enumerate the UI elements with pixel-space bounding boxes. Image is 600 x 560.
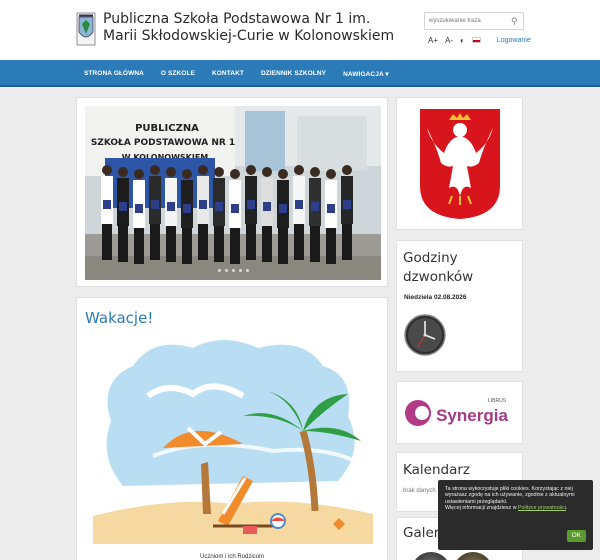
librus-synergia-logo[interactable]: LIBRUS Synergia	[404, 392, 516, 434]
school-logo[interactable]	[76, 12, 96, 46]
search-input[interactable]	[425, 18, 511, 24]
nav-item-navigation[interactable]: NAWIGACJA ▾	[343, 70, 389, 78]
slider-dot[interactable]	[231, 269, 235, 272]
photo-slider: PUBLICZNA SZKOŁA PODSTAWOWA NR 1 W KOLON…	[76, 97, 388, 287]
gallery-thumbnail[interactable]	[411, 552, 451, 560]
cookie-more: Więcej informacji znajdziesz w Polityce …	[445, 505, 586, 511]
clock-icon	[404, 314, 446, 356]
login-link[interactable]: Logowanie	[497, 37, 531, 44]
polish-eagle-emblem[interactable]	[419, 108, 501, 220]
nav-item-home[interactable]: STRONA GŁÓWNA	[84, 70, 144, 77]
accessibility-tools: A+ A- ◐ Logowanie	[428, 36, 538, 45]
cookie-ok-button[interactable]: OK	[566, 529, 586, 542]
gallery-thumbnail[interactable]	[453, 552, 493, 560]
font-decrease-button[interactable]: A-	[445, 36, 453, 45]
slider-dot[interactable]	[224, 269, 228, 272]
svg-text:LIBRUS: LIBRUS	[488, 398, 507, 404]
slide-photo[interactable]: PUBLICZNA SZKOŁA PODSTAWOWA NR 1 W KOLON…	[85, 106, 381, 280]
font-increase-button[interactable]: A+	[428, 36, 438, 45]
bells-title: Godziny dzwonków	[403, 250, 474, 285]
beach-illustration[interactable]	[93, 336, 373, 544]
news-article: Wakacje! Uczniom i ich Rodzicom	[76, 297, 388, 560]
cookie-text: Ta strona wykorzystuje pliki cookies. Ko…	[445, 486, 575, 505]
svg-text:SZKOŁA PODSTAWOWA NR 1: SZKOŁA PODSTAWOWA NR 1	[91, 138, 235, 148]
national-emblem-widget	[396, 97, 523, 230]
cookie-more-suffix: .	[566, 505, 568, 512]
school-name[interactable]: Publiczna Szkoła Podstawowa Nr 1 im. Mar…	[103, 11, 403, 45]
calendar-title: Kalendarz	[403, 462, 470, 478]
nav-item-gradebook[interactable]: DZIENNIK SZKOLNY	[261, 70, 326, 77]
slider-dot[interactable]	[217, 269, 221, 272]
article-caption: Uczniom i ich Rodzicom	[199, 554, 265, 560]
slider-dot[interactable]	[245, 269, 249, 272]
cookie-banner: Ta strona wykorzystuje pliki cookies. Ko…	[438, 480, 593, 550]
article-title[interactable]: Wakacje!	[85, 309, 153, 327]
nav-item-contact[interactable]: KONTAKT	[212, 70, 244, 77]
search-icon[interactable]: ⚲	[511, 16, 518, 27]
search-box: ⚲	[424, 12, 524, 30]
bell-schedule-widget: Godziny dzwonków Niedziela 02.08.2026	[396, 240, 523, 372]
main-nav: STRONA GŁÓWNA O SZKOLE KONTAKT DZIENNIK …	[0, 60, 600, 87]
privacy-policy-link[interactable]: Polityce prywatności	[518, 505, 566, 511]
slider-dots	[85, 269, 381, 272]
slider-dot[interactable]	[238, 269, 242, 272]
svg-text:PUBLICZNA: PUBLICZNA	[135, 123, 199, 134]
polish-flag-icon[interactable]	[471, 36, 488, 45]
cookie-more-prefix: Więcej informacji znajdziesz w	[445, 505, 519, 512]
bells-date: Niedziela 02.08.2026	[404, 294, 467, 301]
svg-text:Synergia: Synergia	[436, 406, 508, 425]
nav-item-about[interactable]: O SZKOLE	[161, 70, 195, 77]
site-header: Publiczna Szkoła Podstawowa Nr 1 im. Mar…	[0, 0, 600, 60]
calendar-empty-note: brak danych	[403, 488, 436, 494]
contrast-icon[interactable]: ◐	[460, 36, 465, 45]
librus-synergia-widget[interactable]: LIBRUS Synergia	[396, 381, 523, 444]
